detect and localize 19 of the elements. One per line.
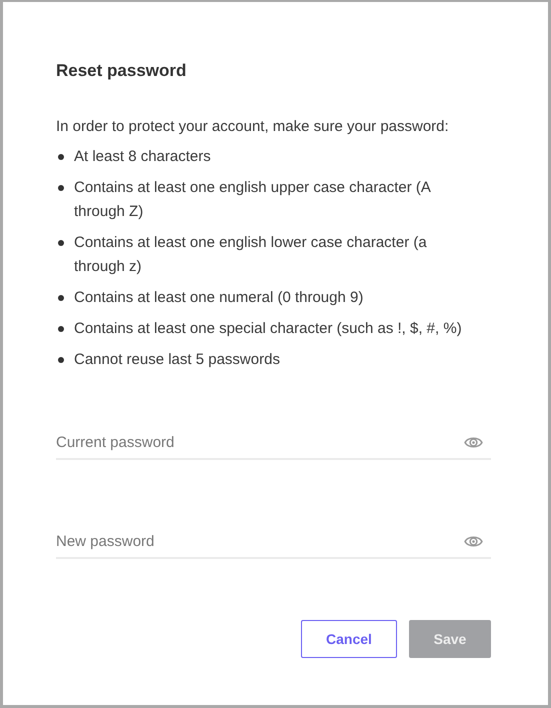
dialog-title: Reset password: [56, 60, 188, 82]
bullet-icon: [58, 185, 64, 191]
intro-text: In order to protect your account, make sure your password:: [56, 117, 450, 137]
bullet-icon: [58, 295, 64, 301]
requirement-text: Cannot reuse last 5 passwords: [74, 350, 281, 370]
requirement-text: Contains at least one numeral (0 through 9): [74, 288, 364, 308]
password-field[interactable]: New password: [56, 531, 491, 559]
requirement-text: Contains at least one english lower case character (a through z): [74, 233, 428, 277]
requirement-text: Contains at least one special character (such as !, $, #, %): [74, 319, 463, 339]
bullet-icon: [58, 357, 64, 363]
requirement-text: At least 8 characters: [74, 147, 212, 167]
bullet-icon: [58, 326, 64, 332]
bullet-icon: [58, 154, 64, 160]
password-field[interactable]: Current password: [56, 432, 491, 460]
requirement-text: Contains at least one english upper case character (A through Z): [74, 178, 432, 222]
eye-icon[interactable]: [464, 534, 483, 549]
bullet-icon: [58, 240, 64, 246]
eye-icon[interactable]: [464, 435, 483, 450]
cancel-button[interactable]: Cancel: [301, 620, 397, 658]
